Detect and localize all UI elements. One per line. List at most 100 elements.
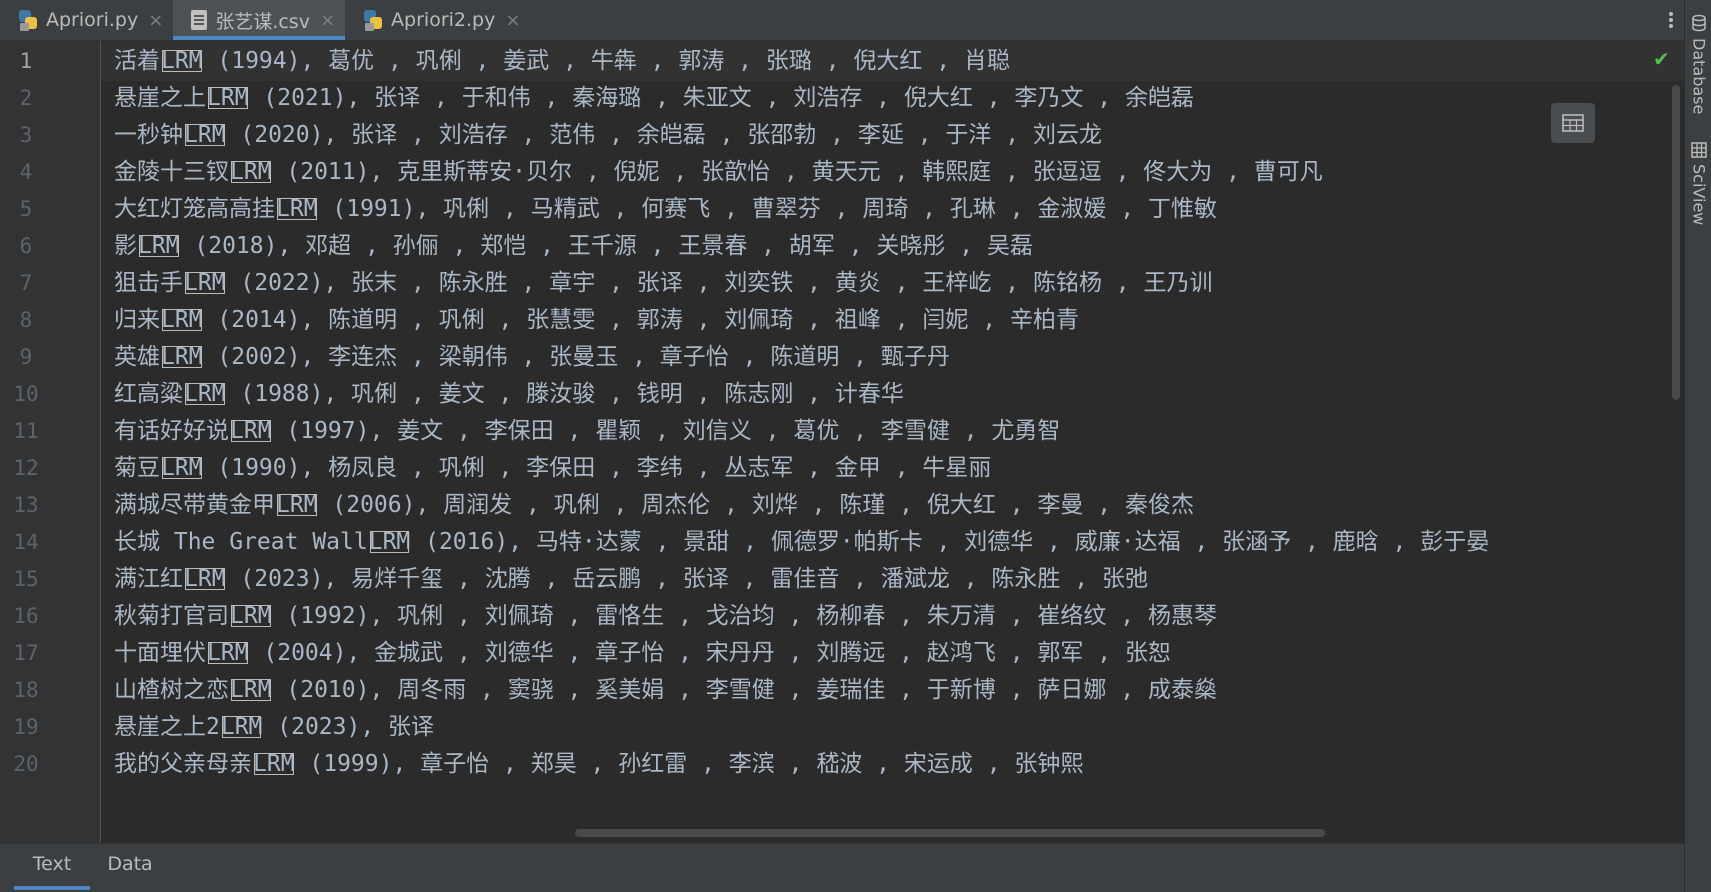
movie-title: 一秒钟 (114, 122, 183, 148)
code-line[interactable]: 悬崖之上LRM (2021), 张译 , 于和伟 , 秦海璐 , 朱亚文 , 刘… (114, 78, 1194, 118)
movie-title: 菊豆 (114, 455, 160, 481)
tool-label: SciView (1689, 164, 1709, 226)
cast-list: (2018), 邓超 , 孙俪 , 郑恺 , 王千源 , 王景春 , 胡军 , … (180, 233, 1033, 259)
tab-data[interactable]: Data (100, 844, 160, 890)
lrm-marker: LRM (138, 233, 180, 259)
code-line[interactable]: 金陵十三钗LRM (2011), 克里斯蒂安·贝尔 , 倪妮 , 张歆怡 , 黄… (114, 152, 1323, 192)
tool-database[interactable]: Database (1687, 14, 1711, 114)
movie-title: 十面埋伏 (114, 640, 206, 666)
line-number[interactable]: 11 (0, 411, 52, 451)
cast-list: (1992), 巩俐 , 刘佩琦 , 雷恪生 , 戈治均 , 杨柳春 , 朱万清… (272, 603, 1217, 629)
close-icon[interactable]: × (148, 10, 163, 31)
code-line[interactable]: 满城尽带黄金甲LRM (2006), 周润发 , 巩俐 , 周杰伦 , 刘烨 ,… (114, 485, 1194, 525)
line-number[interactable]: 1 (0, 41, 52, 81)
lrm-marker: LRM (207, 640, 249, 666)
line-number[interactable]: 20 (0, 744, 52, 784)
code-line[interactable]: 大红灯笼高高挂LRM (1991), 巩俐 , 马精武 , 何赛飞 , 曹翠芬 … (114, 189, 1217, 229)
line-number[interactable]: 19 (0, 707, 52, 747)
code-line[interactable]: 我的父亲母亲LRM (1999), 章子怡 , 郑昊 , 孙红雷 , 李滨 , … (114, 744, 1083, 784)
code-line[interactable]: 悬崖之上2LRM (2023), 张译 (114, 707, 434, 747)
movie-title: 有话好好说 (114, 418, 229, 444)
line-number[interactable]: 15 (0, 559, 52, 599)
line-number[interactable]: 12 (0, 448, 52, 488)
code-line[interactable]: 狙击手LRM (2022), 张末 , 陈永胜 , 章宇 , 张译 , 刘奕铁 … (114, 263, 1213, 303)
line-number[interactable]: 4 (0, 152, 52, 192)
lrm-marker: LRM (276, 492, 318, 518)
lrm-marker: LRM (161, 455, 203, 481)
tab-label: Apriori.py (46, 9, 139, 31)
csv-file-icon (191, 10, 208, 30)
cast-list: (2021), 张译 , 于和伟 , 秦海璐 , 朱亚文 , 刘浩存 , 倪大红… (249, 85, 1194, 111)
cast-list: (2023), 张译 (263, 714, 435, 740)
tab-apriori-py[interactable]: Apriori.py × (0, 0, 173, 40)
line-number[interactable]: 10 (0, 374, 52, 414)
line-number[interactable]: 14 (0, 522, 52, 562)
cast-list: (2016), 马特·达蒙 , 景甜 , 佩德罗·帕斯卡 , 刘德华 , 威廉·… (411, 529, 1490, 555)
movie-title: 长城 The Great Wall (114, 529, 368, 555)
inspection-ok-icon[interactable]: ✔ (1653, 47, 1670, 71)
tab-apriori2-py[interactable]: Apriori2.py × (345, 0, 530, 40)
table-view-button[interactable] (1551, 103, 1595, 143)
lrm-marker: LRM (253, 751, 295, 777)
tab-text[interactable]: Text (14, 844, 90, 890)
tab-zhangyimou-csv[interactable]: 张艺谋.csv × (173, 0, 346, 40)
movie-title: 红高粱 (114, 381, 183, 407)
line-number[interactable]: 17 (0, 633, 52, 673)
code-line[interactable]: 红高粱LRM (1988), 巩俐 , 姜文 , 滕汝骏 , 钱明 , 陈志刚 … (114, 374, 904, 414)
line-number[interactable]: 18 (0, 670, 52, 710)
code-line[interactable]: 影LRM (2018), 邓超 , 孙俪 , 郑恺 , 王千源 , 王景春 , … (114, 226, 1033, 266)
horizontal-scrollbar[interactable] (575, 829, 1325, 837)
code-line[interactable]: 菊豆LRM (1990), 杨凤良 , 巩俐 , 李保田 , 李纬 , 丛志军 … (114, 448, 991, 488)
movie-title: 悬崖之上 (114, 85, 206, 111)
line-number-gutter: 1 2 3 4 5 6 7 8 9 10 11 12 13 14 15 16 17 18 19 20 (0, 41, 101, 843)
movie-title: 活着 (114, 48, 160, 74)
line-number[interactable]: 8 (0, 300, 52, 340)
code-line[interactable]: 山楂树之恋LRM (2010), 周冬雨 , 窦骁 , 奚美娟 , 李雪健 , … (114, 670, 1217, 710)
cast-list: (1991), 巩俐 , 马精武 , 何赛飞 , 曹翠芬 , 周琦 , 孔琳 ,… (318, 196, 1217, 222)
cast-list: (2010), 周冬雨 , 窦骁 , 奚美娟 , 李雪健 , 姜瑞佳 , 于新博… (272, 677, 1217, 703)
movie-title: 归来 (114, 307, 160, 333)
database-icon (1692, 14, 1706, 32)
movie-title: 狙击手 (114, 270, 183, 296)
code-line[interactable]: 秋菊打官司LRM (1992), 巩俐 , 刘佩琦 , 雷恪生 , 戈治均 , … (114, 596, 1217, 636)
cast-list: (2004), 金城武 , 刘德华 , 章子怡 , 宋丹丹 , 刘腾远 , 赵鸿… (249, 640, 1171, 666)
movie-title: 金陵十三钗 (114, 159, 229, 185)
lrm-marker: LRM (230, 603, 272, 629)
lrm-marker: LRM (184, 122, 226, 148)
line-number[interactable]: 9 (0, 337, 52, 377)
movie-title: 秋菊打官司 (114, 603, 229, 629)
close-icon[interactable]: × (505, 10, 520, 31)
code-line[interactable]: 英雄LRM (2002), 李连杰 , 梁朝伟 , 张曼玉 , 章子怡 , 陈道… (114, 337, 950, 377)
line-number[interactable]: 5 (0, 189, 52, 229)
code-line[interactable]: 有话好好说LRM (1997), 姜文 , 李保田 , 瞿颖 , 刘信义 , 葛… (114, 411, 1060, 451)
sciview-icon (1691, 142, 1707, 158)
code-line[interactable]: 归来LRM (2014), 陈道明 , 巩俐 , 张慧雯 , 郭涛 , 刘佩琦 … (114, 300, 1079, 340)
code-line[interactable]: 一秒钟LRM (2020), 张译 , 刘浩存 , 范伟 , 余皑磊 , 张邵勃… (114, 115, 1102, 155)
code-line[interactable]: 十面埋伏LRM (2004), 金城武 , 刘德华 , 章子怡 , 宋丹丹 , … (114, 633, 1171, 673)
line-number[interactable]: 16 (0, 596, 52, 636)
code-line[interactable]: 长城 The Great WallLRM (2016), 马特·达蒙 , 景甜 … (114, 522, 1489, 562)
line-number[interactable]: 2 (0, 78, 52, 118)
lrm-marker: LRM (161, 48, 203, 74)
movie-title: 大红灯笼高高挂 (114, 196, 275, 222)
lrm-marker: LRM (230, 677, 272, 703)
line-number[interactable]: 6 (0, 226, 52, 266)
line-number[interactable]: 13 (0, 485, 52, 525)
line-number[interactable]: 7 (0, 263, 52, 303)
more-options-icon[interactable] (1668, 10, 1674, 30)
close-icon[interactable]: × (320, 10, 335, 31)
vertical-scrollbar[interactable] (1672, 85, 1680, 400)
line-number[interactable]: 3 (0, 115, 52, 155)
movie-title: 满城尽带黄金甲 (114, 492, 275, 518)
lrm-marker: LRM (368, 529, 411, 555)
lrm-marker: LRM (276, 196, 318, 222)
lrm-marker: LRM (207, 85, 249, 111)
editor-area[interactable]: 1 2 3 4 5 6 7 8 9 10 11 12 13 14 15 16 17 18 19 20 活着LRM (1… (0, 41, 1684, 843)
code-line[interactable]: 满江红LRM (2023), 易烊千玺 , 沈腾 , 岳云鹏 , 张译 , 雷佳… (114, 559, 1148, 599)
right-tool-strip: Database SciView (1684, 0, 1711, 892)
tool-sciview[interactable]: SciView (1687, 142, 1711, 225)
cast-list: (2014), 陈道明 , 巩俐 , 张慧雯 , 郭涛 , 刘佩琦 , 祖峰 ,… (203, 307, 1079, 333)
code-line[interactable]: 活着LRM (1994), 葛优 , 巩俐 , 姜武 , 牛犇 , 郭涛 , 张… (114, 41, 1010, 81)
lrm-marker: LRM (161, 344, 203, 370)
movie-title: 影 (114, 233, 137, 259)
